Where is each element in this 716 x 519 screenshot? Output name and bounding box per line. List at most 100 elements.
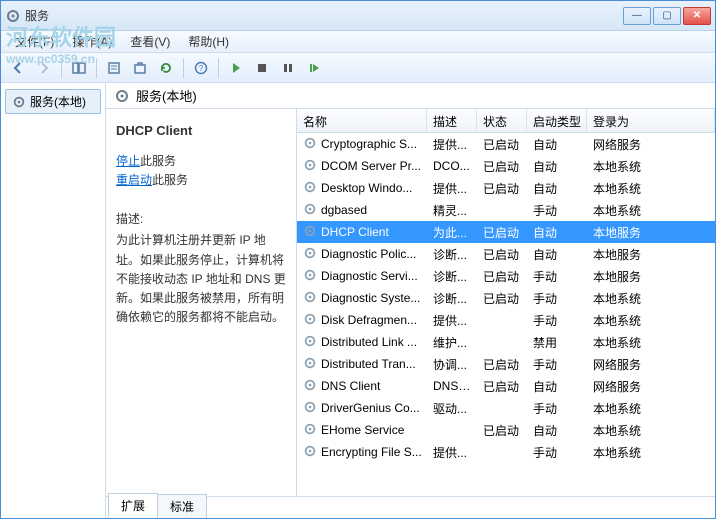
cell-desc: 诊断...: [427, 266, 477, 287]
cell-logon: 本地服务: [587, 222, 715, 243]
services-list: 名称 描述 状态 启动类型 登录为 Cryptographic S...提供..…: [296, 109, 715, 496]
cell-start: 手动: [527, 288, 587, 309]
table-row[interactable]: DCOM Server Pr...DCO...已启动自动本地系统: [297, 155, 715, 177]
table-row[interactable]: Diagnostic Syste...诊断...已启动手动本地系统: [297, 287, 715, 309]
cell-name: Distributed Link ...: [297, 332, 427, 353]
list-header: 名称 描述 状态 启动类型 登录为: [297, 109, 715, 133]
col-desc[interactable]: 描述: [427, 109, 477, 132]
maximize-button[interactable]: ▢: [653, 7, 681, 25]
gear-icon: [303, 356, 317, 373]
table-row[interactable]: Cryptographic S...提供...已启动自动网络服务: [297, 133, 715, 155]
detail-pane: DHCP Client 停止此服务 重启动此服务 描述: 为此计算机注册并更新 …: [106, 109, 296, 496]
tree-pane: 服务(本地): [1, 83, 106, 518]
services-icon: [5, 8, 21, 24]
restart-service-button[interactable]: [303, 57, 325, 79]
back-button[interactable]: [7, 57, 29, 79]
stop-service-button[interactable]: [251, 57, 273, 79]
cell-start: 自动: [527, 156, 587, 177]
cell-status: [477, 208, 527, 212]
cell-name: Cryptographic S...: [297, 134, 427, 155]
cell-name: Encrypting File S...: [297, 442, 427, 463]
minimize-button[interactable]: —: [623, 7, 651, 25]
table-row[interactable]: Disk Defragmen...提供...手动本地系统: [297, 309, 715, 331]
table-row[interactable]: Diagnostic Polic...诊断...已启动自动本地服务: [297, 243, 715, 265]
gear-icon: [303, 312, 317, 329]
col-status[interactable]: 状态: [477, 109, 527, 132]
menu-help[interactable]: 帮助(H): [180, 31, 237, 52]
cell-desc: 诊断...: [427, 288, 477, 309]
menu-view[interactable]: 查看(V): [122, 31, 178, 52]
cell-logon: 本地系统: [587, 200, 715, 221]
cell-start: 自动: [527, 134, 587, 155]
cell-name: Diagnostic Servi...: [297, 266, 427, 287]
col-logon[interactable]: 登录为: [587, 109, 715, 132]
menu-file[interactable]: 文件(F): [7, 31, 62, 52]
col-start[interactable]: 启动类型: [527, 109, 587, 132]
close-button[interactable]: ✕: [683, 7, 711, 25]
separator: [61, 58, 62, 78]
cell-desc: 提供...: [427, 134, 477, 155]
gear-icon: [303, 444, 317, 461]
gear-icon: [303, 246, 317, 263]
list-body[interactable]: Cryptographic S...提供...已启动自动网络服务DCOM Ser…: [297, 133, 715, 496]
cell-status: 已启动: [477, 134, 527, 155]
cell-start: 手动: [527, 310, 587, 331]
cell-status: 已启动: [477, 156, 527, 177]
table-row[interactable]: DHCP Client为此...已启动自动本地服务: [297, 221, 715, 243]
cell-status: [477, 406, 527, 410]
table-row[interactable]: dgbased精灵...手动本地系统: [297, 199, 715, 221]
tree-node-services-local[interactable]: 服务(本地): [5, 89, 101, 114]
table-row[interactable]: DriverGenius Co...驱动...手动本地系统: [297, 397, 715, 419]
start-service-button[interactable]: [225, 57, 247, 79]
cell-desc: DNS ...: [427, 377, 477, 395]
cell-desc: 提供...: [427, 442, 477, 463]
gear-icon: [303, 334, 317, 351]
cell-status: 已启动: [477, 288, 527, 309]
cell-start: 自动: [527, 178, 587, 199]
cell-desc: 驱动...: [427, 398, 477, 419]
table-row[interactable]: Distributed Tran...协调...已启动手动网络服务: [297, 353, 715, 375]
cell-start: 手动: [527, 398, 587, 419]
main-pane: 服务(本地) DHCP Client 停止此服务 重启动此服务 描述: 为此计算…: [106, 83, 715, 518]
stop-service-link[interactable]: 停止: [116, 154, 140, 168]
cell-desc: 诊断...: [427, 244, 477, 265]
gear-icon: [303, 202, 317, 219]
table-row[interactable]: EHome Service已启动自动本地系统: [297, 419, 715, 441]
gear-icon: [303, 378, 317, 395]
menu-action[interactable]: 操作(A): [64, 31, 120, 52]
tab-standard[interactable]: 标准: [157, 494, 207, 518]
show-hide-button[interactable]: [68, 57, 90, 79]
table-row[interactable]: Diagnostic Servi...诊断...已启动手动本地服务: [297, 265, 715, 287]
cell-logon: 本地系统: [587, 288, 715, 309]
table-row[interactable]: Encrypting File S...提供...手动本地系统: [297, 441, 715, 463]
cell-status: 已启动: [477, 222, 527, 243]
cell-status: [477, 318, 527, 322]
table-row[interactable]: DNS ClientDNS ...已启动自动网络服务: [297, 375, 715, 397]
tab-extended[interactable]: 扩展: [108, 493, 158, 518]
selected-service-name: DHCP Client: [116, 121, 286, 142]
cell-desc: 精灵...: [427, 200, 477, 221]
cell-logon: 本地系统: [587, 310, 715, 331]
forward-button[interactable]: [33, 57, 55, 79]
gear-icon: [303, 180, 317, 197]
cell-name: DHCP Client: [297, 222, 427, 243]
separator: [96, 58, 97, 78]
table-row[interactable]: Desktop Windo...提供...已启动自动本地系统: [297, 177, 715, 199]
refresh-button[interactable]: [155, 57, 177, 79]
pane-header: 服务(本地): [106, 83, 715, 109]
gear-icon: [303, 400, 317, 417]
help-button[interactable]: ?: [190, 57, 212, 79]
gear-icon: [303, 268, 317, 285]
gear-icon: [114, 88, 130, 104]
cell-status: 已启动: [477, 244, 527, 265]
table-row[interactable]: Distributed Link ...维护...禁用本地系统: [297, 331, 715, 353]
cell-status: 已启动: [477, 376, 527, 397]
cell-desc: 协调...: [427, 354, 477, 375]
cell-logon: 本地系统: [587, 156, 715, 177]
col-name[interactable]: 名称: [297, 109, 427, 132]
properties-button[interactable]: [103, 57, 125, 79]
restart-service-link[interactable]: 重启动: [116, 173, 152, 187]
cell-desc: 为此...: [427, 222, 477, 243]
export-button[interactable]: [129, 57, 151, 79]
pause-service-button[interactable]: [277, 57, 299, 79]
